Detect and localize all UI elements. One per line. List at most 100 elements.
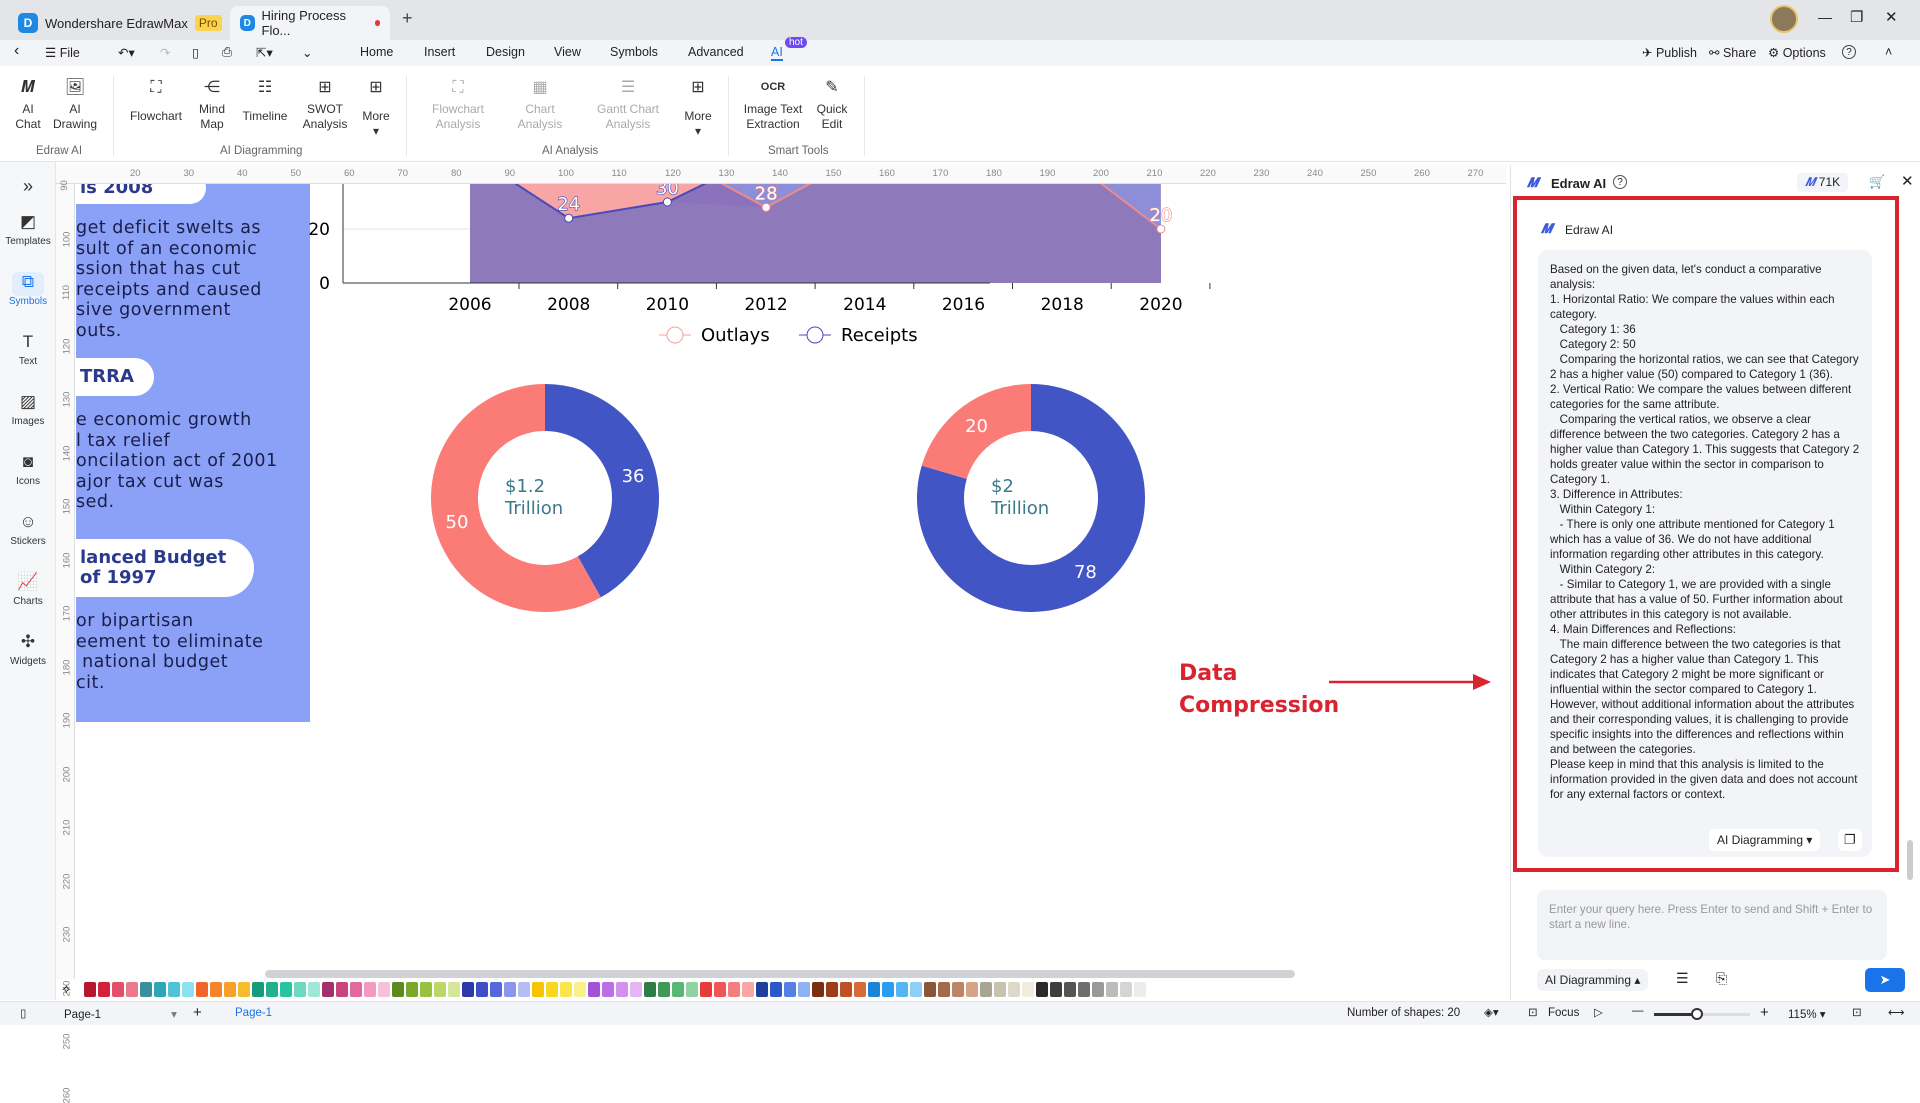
page-panel-icon[interactable]: ▯ [20,1006,26,1020]
color-swatch[interactable] [504,981,516,997]
color-swatch[interactable] [672,981,684,997]
help-button[interactable]: ? [1842,45,1856,59]
new-tab-button[interactable]: + [402,8,413,29]
color-swatch[interactable] [574,981,586,997]
color-swatch[interactable] [462,981,474,997]
color-swatch[interactable] [1008,981,1020,997]
color-swatch[interactable] [630,981,642,997]
color-swatch[interactable] [588,981,600,997]
color-swatch[interactable] [252,981,264,997]
save-icon[interactable]: ▯ [192,45,199,60]
color-swatch[interactable] [868,981,880,997]
print-icon[interactable]: ⎙ [222,45,232,60]
color-swatch[interactable] [224,981,236,997]
data-point[interactable] [761,202,771,212]
color-swatch[interactable] [238,981,250,997]
color-swatch[interactable] [924,981,936,997]
sidebar-item-charts[interactable]: 📈 Charts [0,572,56,607]
horizontal-scrollbar[interactable] [265,970,1295,978]
undo-button[interactable]: ↶▾ [118,45,135,60]
options-button[interactable]: ⚙ Options [1768,45,1826,60]
more-diagramming-button[interactable]: ⊞ More ▾ [360,80,392,139]
menu-symbols[interactable]: Symbols [610,45,658,59]
color-swatch[interactable] [350,981,362,997]
sidebar-item-stickers[interactable]: ☺ Stickers [0,512,56,547]
play-icon[interactable]: ▷ [1594,1005,1603,1019]
fit-page-icon[interactable]: ⊡ [1852,1005,1862,1019]
history-toggle-icon[interactable]: ☰ [1676,970,1689,987]
ai-drawing-button[interactable]: 🖼 AI Drawing [50,80,100,132]
color-swatch[interactable] [980,981,992,997]
mode-dropdown[interactable]: AI Diagramming ▴ [1537,969,1649,991]
color-swatch[interactable] [1064,981,1076,997]
panel-scrollbar[interactable] [1907,840,1913,880]
minimize-button[interactable]: — [1818,9,1832,25]
focus-icon[interactable]: ⊡ [1528,1005,1538,1019]
sidebar-item-icons[interactable]: ◙ Icons [0,452,56,487]
data-compression-annotation[interactable]: Data Compression [1179,658,1339,722]
ai-chat-button[interactable]: 𝑴 AI Chat [12,80,44,132]
color-swatch[interactable] [882,981,894,997]
color-swatch[interactable] [686,981,698,997]
sidebar-item-widgets[interactable]: ✣ Widgets [0,632,56,667]
color-swatch[interactable] [896,981,908,997]
color-swatch[interactable] [392,981,404,997]
back-button[interactable]: ‹ [14,42,19,60]
color-swatch[interactable] [112,981,124,997]
color-swatch[interactable] [168,981,180,997]
color-swatch[interactable] [602,981,614,997]
color-swatch[interactable] [644,981,656,997]
color-swatch[interactable] [434,981,446,997]
flowchart-button[interactable]: ⛶ Flowchart [128,80,184,124]
share-button[interactable]: ⚯ Share [1709,45,1756,60]
focus-button[interactable]: Focus [1548,1007,1579,1019]
swot-analysis-button[interactable]: ⊞ SWOT Analysis [300,80,350,132]
redo-button[interactable]: ↷ [160,45,170,60]
color-swatch[interactable] [182,981,194,997]
token-count[interactable]: 𝑴 71K [1797,173,1849,192]
color-swatch[interactable] [1134,981,1146,997]
quick-edit-button[interactable]: ✎ Quick Edit [814,80,850,132]
flowchart-analysis-button[interactable]: ⛶ Flowchart Analysis [426,80,490,132]
mind-map-button[interactable]: ⋲ Mind Map [194,80,230,132]
sidebar-item-text[interactable]: T Text [0,332,56,367]
bubble-mode-dropdown[interactable]: AI Diagramming ▾ [1709,829,1821,851]
drawing-canvas[interactable]: is 2008 get deficit swelts as sult of an… [75,184,1505,979]
zoom-slider[interactable] [1654,1008,1750,1020]
restore-button[interactable]: ❐ [1850,8,1863,26]
chart-analysis-button[interactable]: ▦ Chart Analysis [512,80,568,132]
tab-app-home[interactable]: D Wondershare EdrawMax Pro [8,6,232,40]
color-swatch[interactable] [1120,981,1132,997]
color-swatch[interactable] [826,981,838,997]
data-point[interactable] [564,213,574,223]
export-icon[interactable]: ⇱▾ [256,45,273,60]
color-swatch[interactable] [476,981,488,997]
more-analysis-button[interactable]: ⊞ More ▾ [682,80,714,139]
color-swatch[interactable] [1050,981,1062,997]
color-swatch[interactable] [140,981,152,997]
color-swatch[interactable] [266,981,278,997]
color-swatch[interactable] [154,981,166,997]
publish-button[interactable]: ✈ Publish [1642,45,1697,60]
color-swatch[interactable] [1022,981,1034,997]
color-swatch[interactable] [728,981,740,997]
color-swatch[interactable] [308,981,320,997]
color-swatch[interactable] [770,981,782,997]
color-swatch[interactable] [210,981,222,997]
color-swatch[interactable] [938,981,950,997]
layers-icon[interactable]: ◈▾ [1484,1005,1499,1019]
color-swatch[interactable] [532,981,544,997]
copy-button[interactable]: ❐ [1838,829,1862,851]
color-swatch[interactable] [98,981,110,997]
add-page-button[interactable]: + [193,1004,202,1021]
color-swatch[interactable] [1092,981,1104,997]
color-swatch[interactable] [798,981,810,997]
upload-file-icon[interactable]: ⎘ [1716,970,1727,987]
tab-document[interactable]: D Hiring Process Flo... [230,6,390,40]
color-swatch[interactable] [1078,981,1090,997]
color-swatch[interactable] [756,981,768,997]
send-button[interactable]: ➤ [1865,968,1905,992]
color-swatch[interactable] [196,981,208,997]
cart-icon[interactable]: 🛒 [1869,174,1885,190]
fit-width-icon[interactable]: ⟷ [1888,1005,1905,1019]
